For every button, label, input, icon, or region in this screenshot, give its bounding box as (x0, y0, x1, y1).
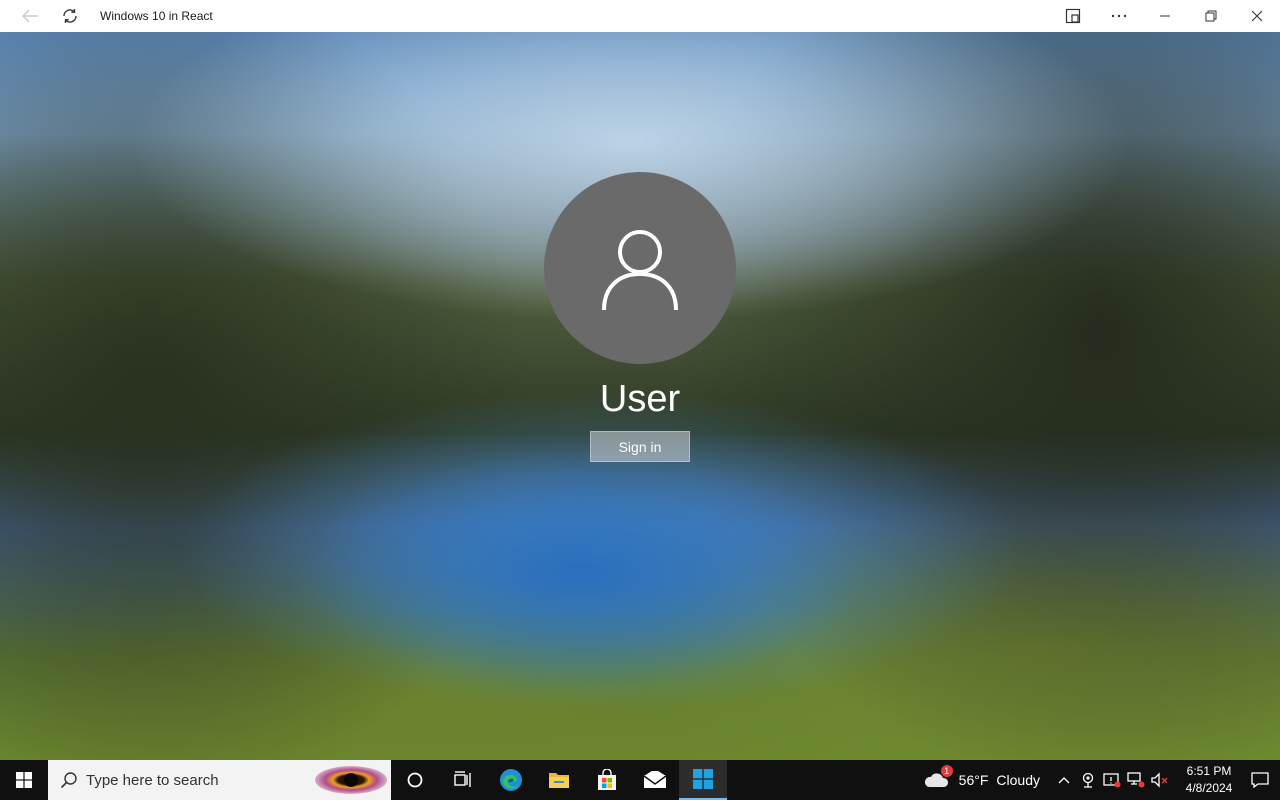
window-title: Windows 10 in React (100, 9, 213, 23)
mail-icon (643, 771, 667, 788)
weather-temperature: 56°F (958, 772, 989, 788)
action-center-button[interactable] (1240, 760, 1280, 800)
security-alert-icon (1103, 773, 1121, 788)
restore-button[interactable] (1188, 0, 1234, 32)
volume-muted-icon (1151, 772, 1168, 788)
store-icon (598, 769, 616, 790)
weather-condition: Cloudy (996, 772, 1040, 788)
minimize-button[interactable] (1142, 0, 1188, 32)
more-button[interactable] (1096, 0, 1142, 32)
system-tray: 1 56°F Cloudy 6:51 PM 4/8/2024 (923, 760, 1280, 800)
chevron-up-icon (1058, 777, 1070, 784)
close-icon (1251, 10, 1263, 22)
tray-app-button[interactable] (1076, 760, 1100, 800)
weather-alert-badge: 1 (940, 765, 953, 777)
refresh-icon (63, 9, 77, 23)
windows-logo-icon (16, 772, 32, 788)
file-explorer-icon (549, 773, 569, 788)
task-view-button[interactable] (439, 760, 487, 800)
camera-icon (1082, 772, 1094, 788)
minimize-icon (1160, 15, 1170, 17)
lock-screen: User Sign in (0, 32, 1280, 760)
security-tray-button[interactable] (1100, 760, 1124, 800)
search-highlight-image (315, 766, 387, 794)
volume-button[interactable] (1148, 760, 1172, 800)
back-button[interactable] (10, 0, 50, 32)
show-hidden-icons-button[interactable] (1052, 760, 1076, 800)
taskbar-clock[interactable]: 6:51 PM 4/8/2024 (1178, 763, 1240, 797)
network-button[interactable] (1124, 760, 1148, 800)
windows-app-icon (693, 769, 713, 789)
cortana-button[interactable] (391, 760, 439, 800)
user-avatar[interactable] (544, 172, 736, 364)
search-placeholder: Type here to search (86, 771, 219, 789)
file-explorer-button[interactable] (535, 760, 583, 800)
taskbar-search-box[interactable]: Type here to search (48, 760, 391, 800)
user-icon (602, 230, 678, 311)
more-icon (1111, 14, 1127, 18)
mail-button[interactable] (631, 760, 679, 800)
restore-icon (1205, 10, 1217, 22)
store-button[interactable] (583, 760, 631, 800)
back-arrow-icon (22, 9, 38, 23)
search-icon (60, 772, 77, 789)
edge-button[interactable] (487, 760, 535, 800)
edge-icon (500, 769, 522, 791)
start-button[interactable] (0, 760, 48, 800)
task-view-icon (454, 771, 471, 787)
notification-icon (1251, 772, 1269, 788)
sign-in-button[interactable]: Sign in (590, 431, 690, 462)
clock-time: 6:51 PM (1186, 764, 1232, 778)
network-icon (1127, 772, 1145, 788)
clock-date: 4/8/2024 (1185, 781, 1233, 795)
username-label: User (599, 378, 681, 420)
app-view-button[interactable] (1050, 0, 1096, 32)
refresh-button[interactable] (50, 0, 90, 32)
windows-app-button[interactable] (679, 760, 727, 800)
weather-widget[interactable]: 1 56°F Cloudy (923, 765, 1040, 790)
lock-screen-background: User Sign in (0, 32, 1280, 760)
cortana-icon (407, 772, 423, 788)
app-view-icon (1065, 8, 1081, 24)
close-button[interactable] (1234, 0, 1280, 32)
taskbar: Type here to search 1 56°F Cloudy 6:51 P… (0, 760, 1280, 800)
window-titlebar: Windows 10 in React (0, 0, 1280, 32)
weather-cloud-wrapper: 1 (923, 765, 953, 790)
